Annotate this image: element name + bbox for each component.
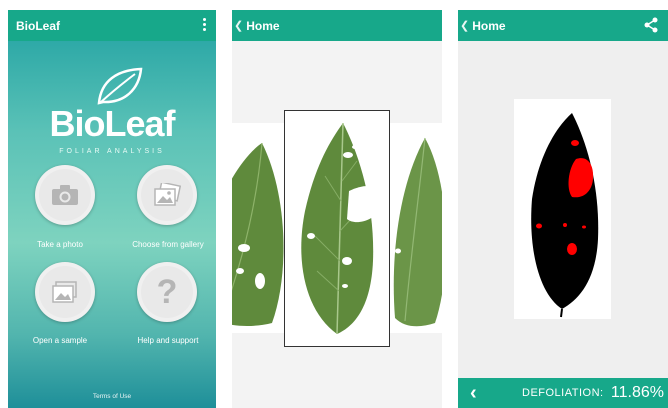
share-icon[interactable]: [644, 17, 658, 33]
main-screen: BioLeaf BioLeaf FOLIAR ANALYSIS Take a p…: [8, 10, 216, 408]
back-chevron-icon[interactable]: ❮: [460, 19, 469, 32]
app-bar: ❮ Home: [232, 10, 442, 41]
defoliation-value: 11.86%: [610, 384, 664, 401]
app-bar: BioLeaf: [8, 10, 216, 41]
choose-gallery-label: Choose from gallery: [132, 240, 204, 249]
segmented-leaf-image: [531, 113, 599, 318]
brand-tagline: FOLIAR ANALYSIS: [59, 148, 165, 155]
take-photo-label: Take a photo: [37, 240, 83, 249]
gallery-icon: [154, 183, 181, 206]
overflow-menu-icon[interactable]: [203, 18, 206, 33]
back-title[interactable]: Home: [246, 19, 279, 33]
sample-image-icon: [52, 281, 77, 303]
app-bar: ❮ Home: [458, 10, 668, 41]
defoliation-label: DEFOLIATION:: [522, 387, 604, 399]
help-support-label: Help and support: [137, 336, 199, 345]
leaf-image: [301, 122, 384, 335]
app-title: BioLeaf: [16, 18, 61, 33]
gallery-screen: ❮ Home: [232, 10, 442, 408]
leaf-logo-icon: [97, 67, 143, 105]
terms-of-use-link[interactable]: Terms of Use: [8, 393, 216, 400]
camera-icon: [52, 185, 78, 205]
open-sample-button[interactable]: [35, 262, 95, 322]
analysis-result-image: [514, 99, 611, 319]
leaf-thumbnail-selected[interactable]: [284, 110, 390, 347]
back-title[interactable]: Home: [472, 19, 505, 33]
leaf-thumbnail-left[interactable]: [232, 123, 284, 333]
back-chevron-icon[interactable]: ❮: [234, 19, 243, 32]
result-bottom-bar: ‹ DEFOLIATION: 11.86%: [458, 378, 668, 408]
result-screen: ❮ Home ‹ DEFOLIATION: 11.86%: [458, 10, 668, 408]
leaf-thumbnail-right[interactable]: [390, 123, 442, 333]
choose-gallery-button[interactable]: [137, 165, 197, 225]
take-photo-button[interactable]: [35, 165, 95, 225]
question-mark-icon: ?: [156, 273, 178, 311]
open-sample-label: Open a sample: [32, 336, 88, 345]
leaf-image: [232, 142, 284, 326]
leaf-image: [393, 137, 442, 327]
help-support-button[interactable]: ?: [137, 262, 197, 322]
previous-chevron-icon[interactable]: ‹: [470, 382, 477, 405]
brand-logo-text: BioLeaf: [49, 103, 175, 144]
